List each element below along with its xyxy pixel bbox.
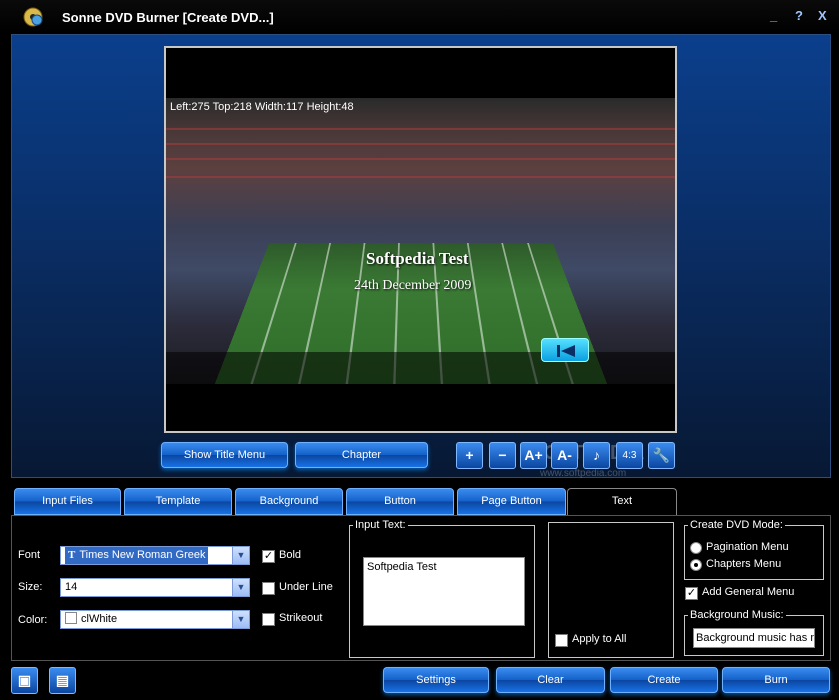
color-select[interactable]: clWhite ▼ xyxy=(60,610,250,629)
bg-music-field[interactable]: Background music has no xyxy=(693,628,815,648)
add-general-menu-checkbox[interactable]: ✓ xyxy=(685,587,698,600)
size-value: 14 xyxy=(65,581,78,593)
create-button[interactable]: Create xyxy=(610,667,718,693)
font-increase-icon: A+ xyxy=(524,447,543,463)
tools-button[interactable]: 🔧 xyxy=(648,442,675,469)
add-item-button[interactable]: + xyxy=(456,442,483,469)
pagination-menu-label: Pagination Menu xyxy=(706,541,789,553)
font-label: Font xyxy=(18,549,41,561)
chapter-button[interactable]: Chapter xyxy=(295,442,428,468)
window-title: Sonne DVD Burner [Create DVD...] xyxy=(62,10,274,25)
pagination-menu-radio[interactable] xyxy=(690,542,702,554)
clear-button[interactable]: Clear xyxy=(496,667,605,693)
strikeout-label: Strikeout xyxy=(279,612,323,624)
bold-label: Bold xyxy=(279,549,302,561)
chapters-menu-label: Chapters Menu xyxy=(706,558,782,570)
menu-date-text[interactable]: 24th December 2009 xyxy=(354,278,471,294)
font-decrease-icon: A- xyxy=(557,447,572,463)
chapters-menu-radio[interactable] xyxy=(690,559,702,571)
apply-to-all-label: Apply to All xyxy=(572,633,627,645)
color-swatch xyxy=(65,612,77,624)
bold-checkbox[interactable]: ✓ xyxy=(262,550,275,563)
position-info: Left:275 Top:218 Width:117 Height:48 xyxy=(170,101,354,113)
title-bar: Sonne DVD Burner [Create DVD...] _ ? X xyxy=(0,0,839,34)
film-strip-icon: ▤ xyxy=(55,672,70,688)
apply-to-all-checkbox[interactable] xyxy=(555,634,568,647)
chevron-down-icon[interactable]: ▼ xyxy=(232,611,249,628)
minimize-button[interactable]: _ xyxy=(770,8,777,23)
size-label: Size: xyxy=(18,581,43,593)
add-chapter-button[interactable]: ▣ xyxy=(11,667,38,694)
dvd-disc-icon xyxy=(23,7,43,27)
underline-checkbox[interactable] xyxy=(262,582,275,595)
tab-background[interactable]: Background xyxy=(235,488,343,515)
menu-preview[interactable]: Left:275 Top:218 Width:117 Height:48 Sof… xyxy=(164,46,677,433)
skip-back-icon xyxy=(557,345,575,357)
menu-title-text[interactable]: Softpedia Test xyxy=(366,249,469,269)
tab-input-files[interactable]: Input Files xyxy=(14,488,121,515)
menu-play-button[interactable] xyxy=(541,338,589,362)
color-value: clWhite xyxy=(81,613,118,625)
bg-music-title: Background Music: xyxy=(688,609,786,621)
help-button[interactable]: ? xyxy=(795,8,803,23)
music-button[interactable]: ♪ xyxy=(583,442,610,469)
size-select[interactable]: 14 ▼ xyxy=(60,578,250,597)
color-label: Color: xyxy=(18,614,48,626)
input-text-field[interactable]: Softpedia Test xyxy=(363,557,525,626)
minus-icon: − xyxy=(498,447,507,463)
input-text-title: Input Text: xyxy=(353,519,408,531)
tab-template[interactable]: Template xyxy=(124,488,232,515)
dvd-mode-title: Create DVD Mode: xyxy=(688,519,785,531)
font-value: Times New Roman Greek xyxy=(79,549,206,561)
film-add-icon: ▣ xyxy=(17,672,32,688)
watermark-url: www.softpedia.com xyxy=(540,468,627,479)
font-select[interactable]: T Times New Roman Greek ▼ xyxy=(60,546,250,565)
music-note-icon: ♪ xyxy=(593,447,600,463)
chevron-down-icon[interactable]: ▼ xyxy=(232,547,249,564)
settings-button[interactable]: Settings xyxy=(383,667,489,693)
strikeout-checkbox[interactable] xyxy=(262,613,275,626)
plus-icon: + xyxy=(465,447,474,463)
stadium-background-image: Left:275 Top:218 Width:117 Height:48 Sof… xyxy=(166,98,675,384)
increase-font-button[interactable]: A+ xyxy=(520,442,547,469)
aspect-ratio-button[interactable]: 4:3 xyxy=(616,442,643,469)
tab-page-button[interactable]: Page Button xyxy=(457,488,566,515)
underline-label: Under Line xyxy=(279,581,333,593)
burn-button[interactable]: Burn xyxy=(722,667,830,693)
add-general-menu-label: Add General Menu xyxy=(702,586,795,598)
film-button[interactable]: ▤ xyxy=(49,667,76,694)
close-button[interactable]: X xyxy=(818,8,827,23)
tab-button[interactable]: Button xyxy=(346,488,454,515)
remove-item-button[interactable]: − xyxy=(489,442,516,469)
wrench-icon: 🔧 xyxy=(652,447,671,463)
font-type-icon: T xyxy=(68,549,76,561)
show-title-menu-button[interactable]: Show Title Menu xyxy=(161,442,288,468)
tab-text[interactable]: Text xyxy=(567,488,677,515)
decrease-font-button[interactable]: A- xyxy=(551,442,578,469)
chevron-down-icon[interactable]: ▼ xyxy=(232,579,249,596)
